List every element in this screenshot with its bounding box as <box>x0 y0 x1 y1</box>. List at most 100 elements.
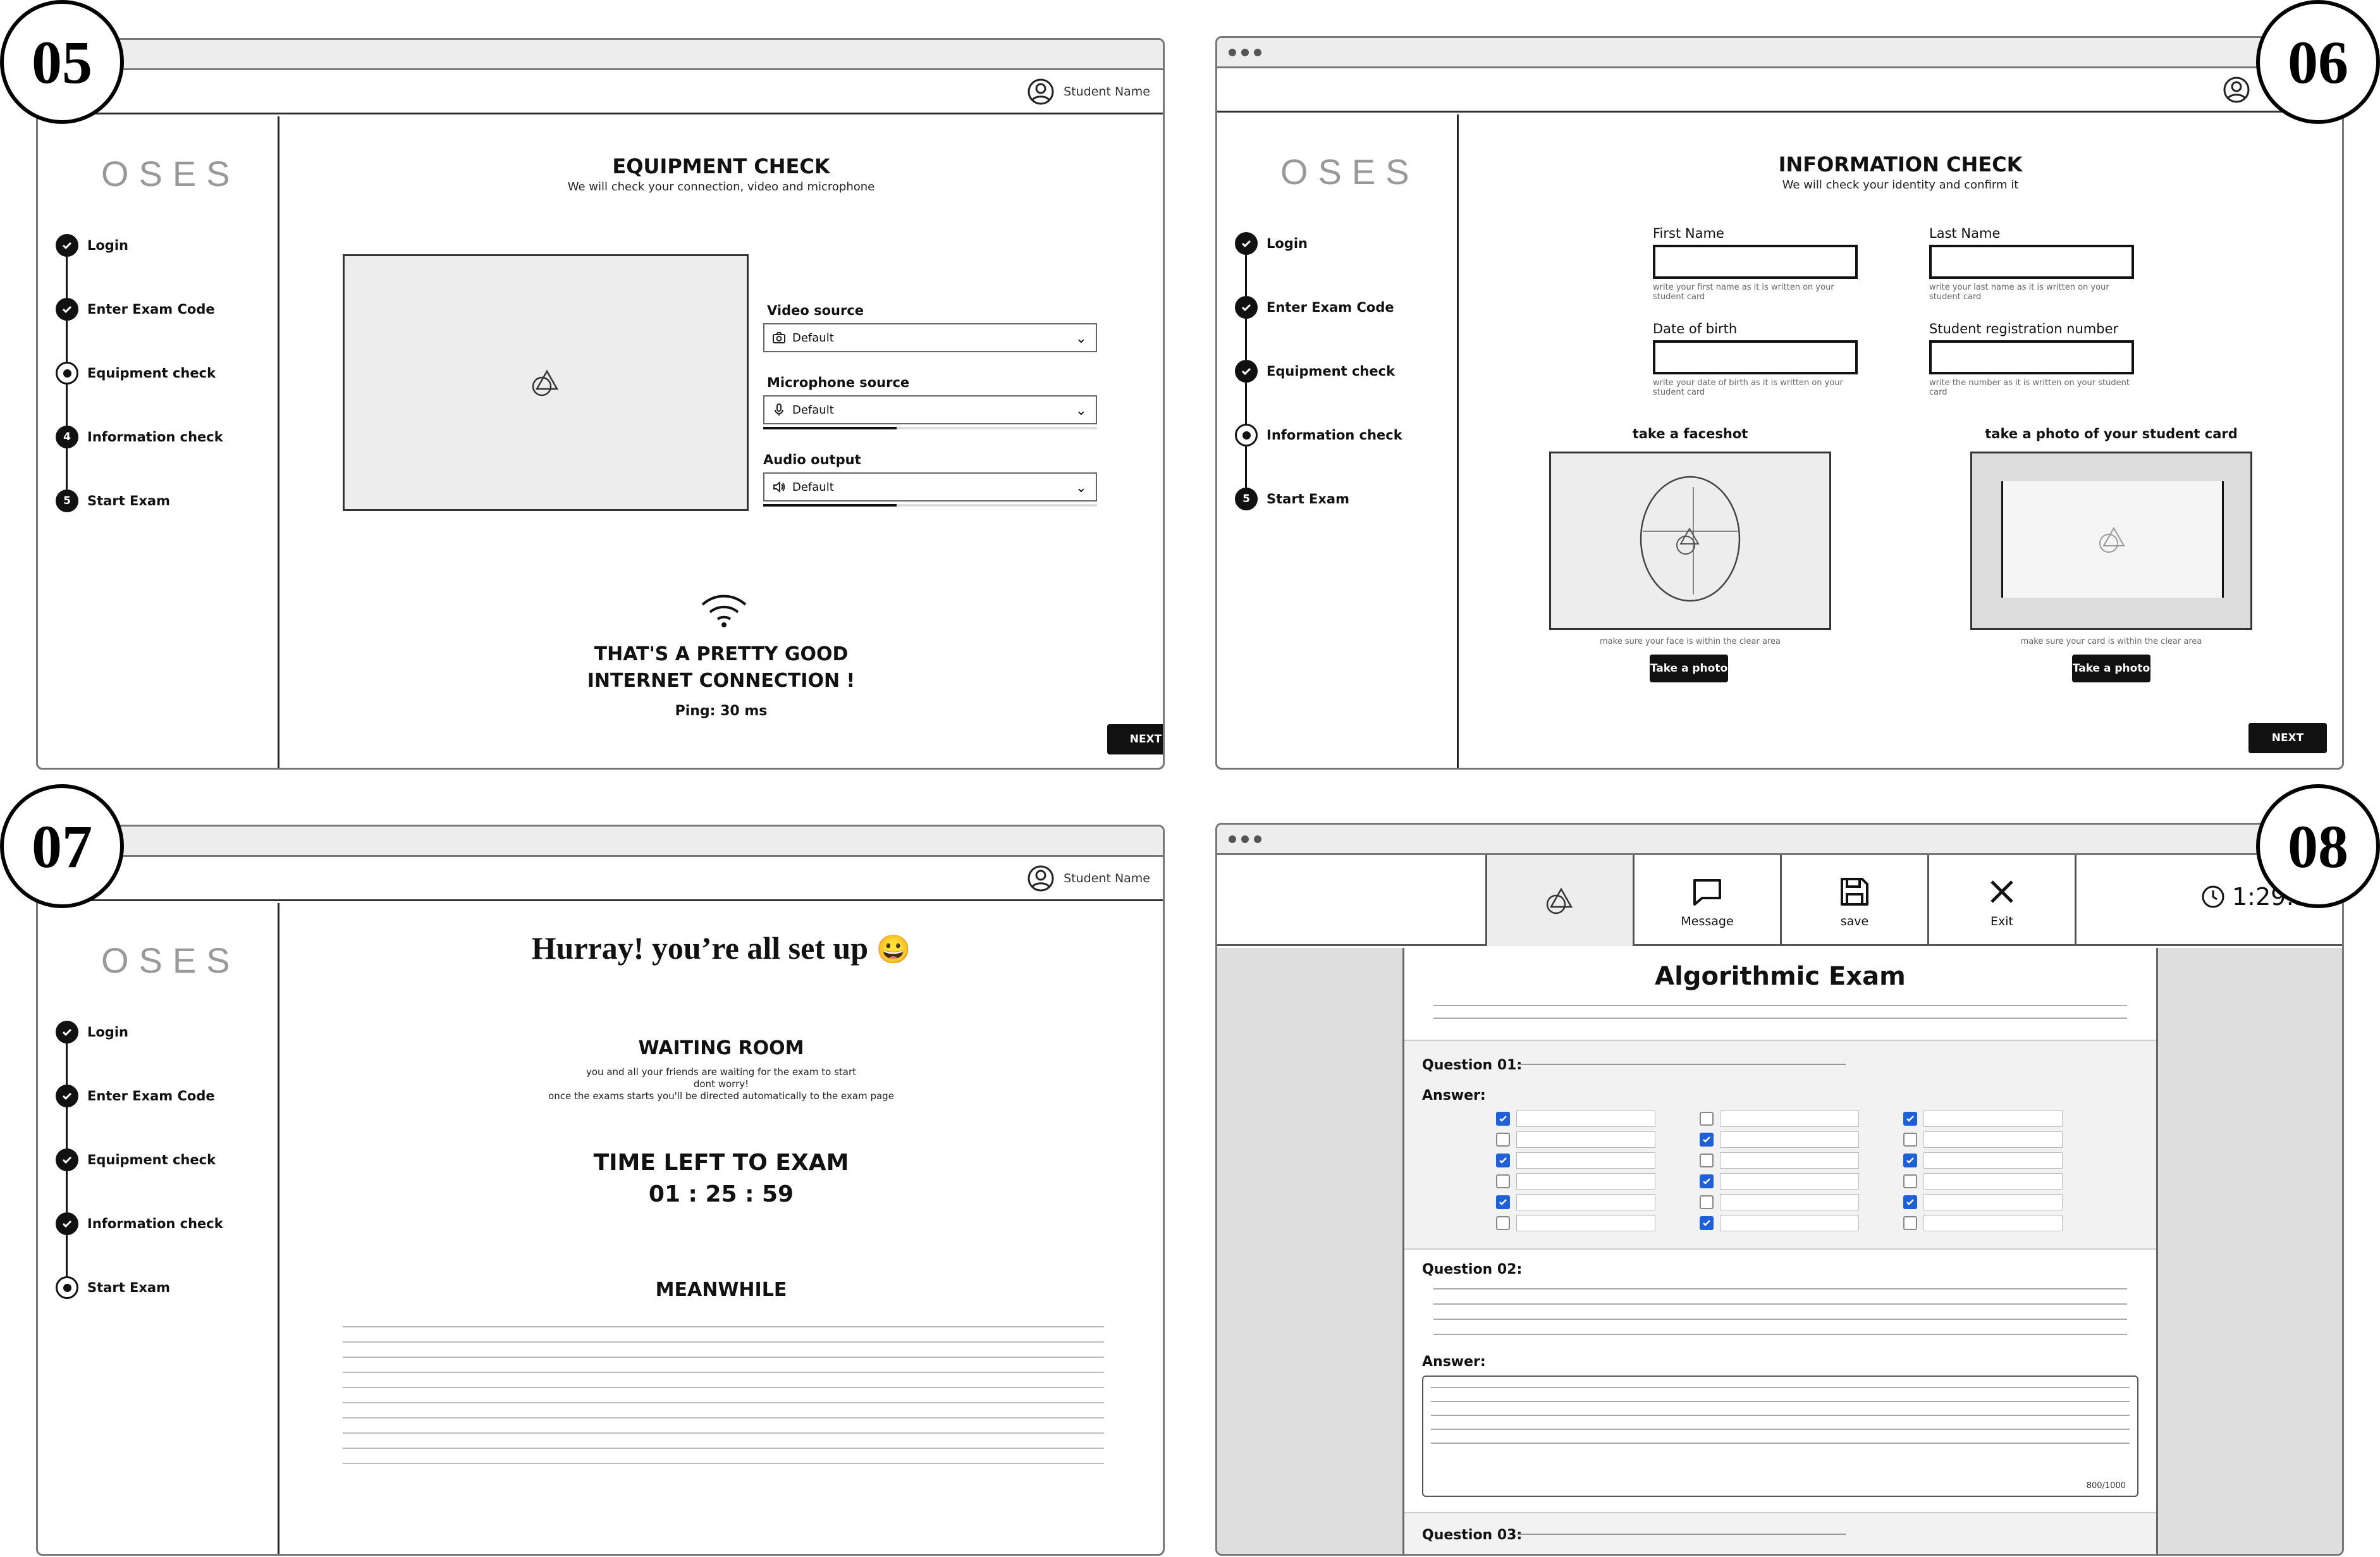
answer-option[interactable] <box>1700 1150 1859 1171</box>
checkbox[interactable] <box>1700 1132 1714 1147</box>
take-card-photo-button[interactable]: Take a photo <box>2072 655 2150 682</box>
video-source-select[interactable]: Default ⌄ <box>763 323 1097 352</box>
checkbox[interactable] <box>1700 1153 1714 1167</box>
question-02-answer-textarea[interactable]: 800/1000 <box>1422 1375 2138 1497</box>
chevron-down-icon: ⌄ <box>1075 403 1087 419</box>
checkbox[interactable] <box>1903 1174 1917 1188</box>
exam-logo-button[interactable] <box>1487 855 1635 946</box>
answer-option[interactable] <box>1496 1108 1655 1129</box>
answer-option[interactable] <box>1903 1150 2063 1171</box>
checkbox[interactable] <box>1496 1153 1510 1167</box>
checkbox[interactable] <box>1700 1111 1714 1126</box>
registration-number-field[interactable] <box>1929 340 2134 374</box>
first-name-field[interactable] <box>1653 245 1858 279</box>
checkbox[interactable] <box>1496 1195 1510 1209</box>
clock-icon <box>2202 885 2224 908</box>
page-subtitle: We will check your identity and confirm … <box>1782 178 2019 192</box>
app-logo: OSES <box>101 940 240 980</box>
answer-option[interactable] <box>1903 1191 2063 1212</box>
take-faceshot-button[interactable]: Take a photo <box>1650 655 1728 682</box>
answer-text <box>1431 1382 2130 1451</box>
waiting-line-3: once the exams starts you'll be directed… <box>548 1090 894 1102</box>
exam-title: Algorithmic Exam <box>1655 962 1906 991</box>
last-name-field[interactable] <box>1929 245 2134 279</box>
exit-button[interactable]: Exit <box>1929 855 2076 946</box>
meanwhile-title: MEANWHILE <box>655 1279 787 1301</box>
checkbox[interactable] <box>1496 1215 1510 1230</box>
answer-option[interactable] <box>1903 1108 2063 1129</box>
answer-option-column <box>1496 1108 1655 1233</box>
checkbox[interactable] <box>1496 1132 1510 1147</box>
answer-option-text <box>1923 1152 2063 1169</box>
checkbox[interactable] <box>1700 1215 1714 1230</box>
progress-sidebar: OSES Login Enter Exam Code Equipment che… <box>1217 114 1459 768</box>
speaker-icon <box>773 481 785 493</box>
character-counter: 800/1000 <box>2086 1481 2126 1491</box>
save-button[interactable]: save <box>1782 855 1929 946</box>
checkbox[interactable] <box>1496 1174 1510 1188</box>
answer-option[interactable] <box>1496 1150 1655 1171</box>
checkbox[interactable] <box>1903 1195 1917 1209</box>
answer-option[interactable] <box>1496 1191 1655 1212</box>
question-03-block: Question 03: <box>1404 1512 2156 1554</box>
registration-number-label: Student registration number <box>1929 321 2119 336</box>
answer-option[interactable] <box>1903 1212 2063 1233</box>
answer-option[interactable] <box>1903 1129 2063 1150</box>
checkbox[interactable] <box>1903 1153 1917 1167</box>
answer-option[interactable] <box>1700 1171 1859 1191</box>
window-titlebar <box>1217 825 2342 855</box>
chevron-down-icon: ⌄ <box>1075 331 1087 347</box>
user-menu[interactable] <box>2223 76 2250 104</box>
page-title: INFORMATION CHECK <box>1778 152 2023 176</box>
checkbox[interactable] <box>1903 1111 1917 1126</box>
microphone-level-fill <box>763 427 897 429</box>
setup-complete-heading: Hurray! you’re all set up 😀 <box>279 930 1163 966</box>
answer-option[interactable] <box>1700 1129 1859 1150</box>
screen-badge-08: 08 <box>2256 784 2380 908</box>
answer-label: Answer: <box>1422 1354 1486 1370</box>
waiting-line-2: dont worry! <box>693 1078 749 1090</box>
video-preview <box>343 254 749 511</box>
answer-label: Answer: <box>1422 1088 1486 1104</box>
next-button[interactable]: NEXT <box>1107 724 1163 754</box>
exit-label: Exit <box>1990 914 2013 928</box>
video-source-value: Default <box>792 331 834 345</box>
answer-option-text <box>1516 1172 1655 1190</box>
checkbox[interactable] <box>1496 1111 1510 1126</box>
user-menu[interactable]: Student Name <box>1027 865 1150 892</box>
answer-option[interactable] <box>1700 1212 1859 1233</box>
answer-option-text <box>1720 1110 1859 1127</box>
waiting-room-message: you and all your friends are waiting for… <box>279 1066 1163 1102</box>
app-logo: OSES <box>101 154 240 194</box>
date-of-birth-field[interactable] <box>1653 340 1858 374</box>
checkbox[interactable] <box>1700 1174 1714 1188</box>
answer-option[interactable] <box>1700 1108 1859 1129</box>
save-label: save <box>1840 914 1869 928</box>
answer-option[interactable] <box>1496 1171 1655 1191</box>
card-photo-preview <box>1970 452 2252 630</box>
answer-option[interactable] <box>1496 1129 1655 1150</box>
video-source-label: Video source <box>767 303 864 318</box>
progress-sidebar: OSES Login Enter Exam Code Equipment che… <box>38 116 279 768</box>
checkbox[interactable] <box>1700 1195 1714 1209</box>
step-label: Login <box>87 238 128 253</box>
user-menu[interactable]: Student Name <box>1027 78 1150 106</box>
step-label: Equipment check <box>1267 364 1395 379</box>
audio-output-select[interactable]: Default ⌄ <box>763 472 1097 502</box>
microphone-source-select[interactable]: Default ⌄ <box>763 395 1097 424</box>
smile-emoji-icon: 😀 <box>876 934 911 965</box>
window-dots <box>1229 49 1261 56</box>
window-titlebar <box>38 40 1163 70</box>
checkbox[interactable] <box>1903 1132 1917 1147</box>
message-button[interactable]: Message <box>1635 855 1782 946</box>
answer-option[interactable] <box>1496 1212 1655 1233</box>
answer-option-text <box>1720 1152 1859 1169</box>
date-of-birth-hint: write your date of birth as it is writte… <box>1653 378 1843 397</box>
answer-option[interactable] <box>1903 1171 2063 1191</box>
window-dots <box>1229 835 1261 843</box>
answer-option-text <box>1720 1131 1859 1148</box>
connection-status: THAT'S A PRETTY GOOD INTERNET CONNECTION… <box>279 641 1163 694</box>
checkbox[interactable] <box>1903 1215 1917 1230</box>
next-button[interactable]: NEXT <box>2248 723 2327 753</box>
answer-option[interactable] <box>1700 1191 1859 1212</box>
